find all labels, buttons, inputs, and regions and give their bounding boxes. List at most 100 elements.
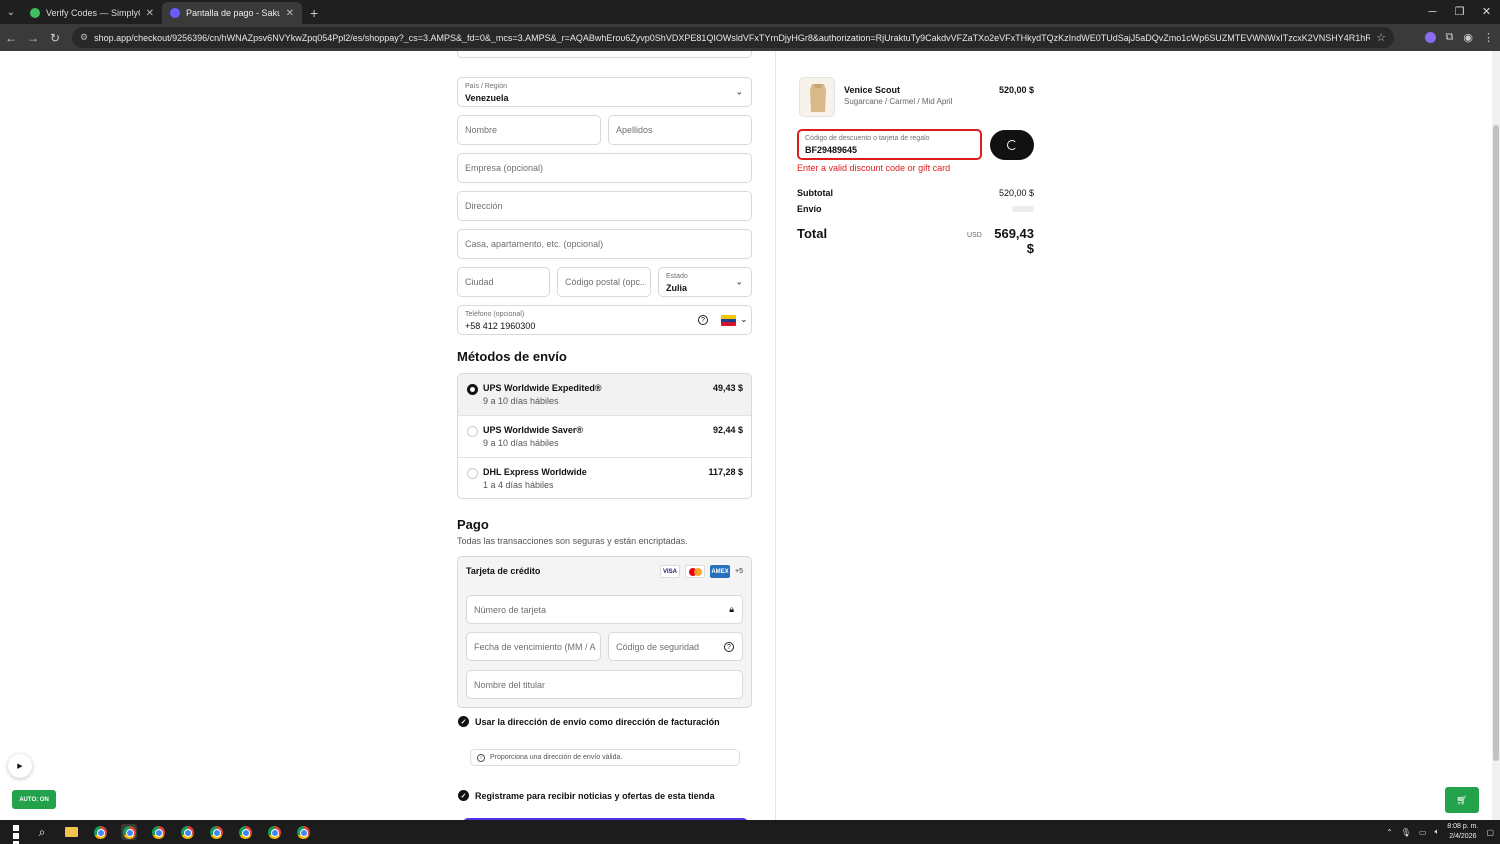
chrome-taskbar-icon[interactable] <box>150 824 166 840</box>
company-input[interactable]: Empresa (opcional) <box>457 153 752 183</box>
apartment-placeholder: Casa, apartamento, etc. (opcional) <box>465 239 604 249</box>
network-icon[interactable]: ▭ <box>1419 828 1427 837</box>
discount-code-label: Código de descuento o tarjeta de regalo <box>805 135 930 142</box>
billing-notice: i Proporciona una dirección de envío vál… <box>470 749 740 766</box>
state-select[interactable]: Estado Zulia ⌄ <box>658 267 752 297</box>
help-circle-icon[interactable]: ? <box>724 642 734 652</box>
forward-arrow-icon[interactable]: → <box>22 31 44 45</box>
card-holder-input[interactable]: Nombre del titular <box>466 670 743 699</box>
shipping-option-price: 117,28 $ <box>708 467 743 477</box>
first-name-input[interactable]: Nombre <box>457 115 601 145</box>
site-settings-icon[interactable]: ⚙ <box>80 32 88 43</box>
chrome-taskbar-icon[interactable] <box>237 824 253 840</box>
bookmark-star-icon[interactable]: ☆ <box>1376 31 1386 44</box>
volume-icon[interactable]: 🔈︎ <box>1434 827 1439 837</box>
play-icon[interactable]: ▶ <box>8 754 32 778</box>
discount-code-input[interactable]: Código de descuento o tarjeta de regalo … <box>797 129 982 160</box>
file-explorer-icon[interactable] <box>63 824 79 840</box>
apartment-input[interactable]: Casa, apartamento, etc. (opcional) <box>457 229 752 259</box>
tab-search-chevron-icon[interactable]: ⌄ <box>0 0 22 24</box>
radio-selected[interactable] <box>467 384 478 395</box>
phone-value: +58 412 1960300 <box>465 321 536 331</box>
security-code-input[interactable]: Código de seguridad ? <box>608 632 743 661</box>
product-image-icon <box>810 84 826 112</box>
chrome-taskbar-icon[interactable] <box>295 824 311 840</box>
column-divider <box>775 51 776 820</box>
card-number-input[interactable]: Número de tarjeta 🔒︎ <box>466 595 743 624</box>
shipping-option-days: 1 a 4 días hábiles <box>483 480 554 490</box>
last-name-placeholder: Apellidos <box>616 125 653 135</box>
chrome-taskbar-icon[interactable] <box>92 824 108 840</box>
tab-close-icon[interactable]: ✕ <box>286 8 294 19</box>
newsletter-checkbox[interactable]: ✓ Registrame para recibir noticias y ofe… <box>458 790 715 801</box>
city-input[interactable]: Ciudad <box>457 267 550 297</box>
expiry-placeholder: Fecha de vencimiento (MM / AA) <box>474 641 596 652</box>
auto-toggle-badge[interactable]: AUTO: ON <box>12 790 56 809</box>
billing-same-label: Usar la dirección de envío como direcció… <box>475 716 720 727</box>
browser-toolbar: ← → ↻ ⚙ shop.app/checkout/9256396/cn/hWN… <box>0 24 1500 51</box>
tab-title: Verify Codes — SimplyCodes <box>46 8 140 18</box>
help-circle-icon[interactable]: ? <box>698 315 708 325</box>
country-select[interactable]: País / Región Venezuela ⌄ <box>457 77 752 107</box>
chrome-taskbar-icon[interactable] <box>208 824 224 840</box>
scrollbar-thumb[interactable] <box>1493 125 1499 761</box>
expiry-input[interactable]: Fecha de vencimiento (MM / AA) <box>466 632 601 661</box>
shipping-label: Envío <box>797 204 822 214</box>
notifications-icon[interactable]: ▢ <box>1486 828 1494 837</box>
back-arrow-icon[interactable]: ← <box>0 31 22 45</box>
clock[interactable]: 8:08 p. m. 2/4/2026 <box>1447 822 1478 842</box>
extension-icons: ⧉ ◉ ⋮ <box>1424 27 1494 48</box>
previous-field-edge <box>457 51 752 58</box>
browser-tab-checkout[interactable]: Pantalla de pago - Sakura Bloo ✕ <box>162 2 302 24</box>
extensions-puzzle-icon[interactable]: ⧉ <box>1446 31 1454 44</box>
shop-favicon-icon <box>170 8 180 18</box>
profile-icon[interactable]: ◉ <box>1463 31 1473 44</box>
chevron-down-icon: ⌄ <box>740 314 748 324</box>
phone-input[interactable]: Teléfono (opcional) +58 412 1960300 ? ⌄ <box>457 305 752 335</box>
search-icon[interactable]: ⌕ <box>34 824 50 840</box>
chrome-taskbar-icon[interactable] <box>179 824 195 840</box>
checkmark-icon: ✓ <box>458 716 469 727</box>
page-scrollbar[interactable] <box>1492 51 1500 820</box>
checkout-page: País / Región Venezuela ⌄ Nombre Apellid… <box>0 51 1500 820</box>
radio-unselected[interactable] <box>467 426 478 437</box>
reload-icon[interactable]: ↻ <box>44 31 66 45</box>
radio-unselected[interactable] <box>467 468 478 479</box>
restore-icon[interactable]: ❐ <box>1446 0 1473 24</box>
last-name-input[interactable]: Apellidos <box>608 115 752 145</box>
billing-same-checkbox[interactable]: ✓ Usar la dirección de envío como direcc… <box>458 716 720 727</box>
windows-start-icon[interactable] <box>9 824 23 844</box>
shipping-option-ups-expedited[interactable]: UPS Worldwide Expedited® 9 a 10 días háb… <box>458 374 751 416</box>
address-bar[interactable]: ⚙ shop.app/checkout/9256396/cn/hWNAZpsv6… <box>72 27 1394 48</box>
address-input[interactable]: Dirección <box>457 191 752 221</box>
address-placeholder: Dirección <box>465 201 503 211</box>
info-icon: i <box>477 753 485 762</box>
postal-code-input[interactable]: Código postal (opc... <box>557 267 651 297</box>
close-window-icon[interactable]: ✕ <box>1473 0 1500 24</box>
cart-icon[interactable]: 🛒︎ <box>1445 787 1479 813</box>
chrome-taskbar-icon[interactable] <box>266 824 282 840</box>
extension-simplycodes-icon[interactable] <box>1424 32 1436 43</box>
card-holder-placeholder: Nombre del titular <box>474 679 546 690</box>
loading-spinner-icon <box>1007 140 1017 150</box>
microphone-icon[interactable]: 🎙︎ <box>1401 828 1411 837</box>
kebab-menu-icon[interactable]: ⋮ <box>1483 31 1494 44</box>
tray-chevron-up-icon[interactable]: ⌃ <box>1386 828 1393 837</box>
minimize-icon[interactable]: ─ <box>1419 0 1446 24</box>
clock-time: 8:08 p. m. <box>1447 823 1479 830</box>
subtotal-value: 520,00 $ <box>998 188 1034 198</box>
credit-card-panel: Tarjeta de crédito VISA AMEX +5 Número d… <box>457 556 752 708</box>
shipping-option-dhl-express[interactable]: DHL Express Worldwide 1 a 4 días hábiles… <box>458 457 751 498</box>
venezuela-flag-icon[interactable] <box>721 315 736 326</box>
chrome-taskbar-icon[interactable] <box>121 824 137 840</box>
tab-close-icon[interactable]: ✕ <box>146 8 154 19</box>
shipping-option-ups-saver[interactable]: UPS Worldwide Saver® 9 a 10 días hábiles… <box>458 415 751 457</box>
shipping-option-days: 9 a 10 días hábiles <box>483 438 559 448</box>
apply-discount-button[interactable] <box>990 130 1034 160</box>
shipping-option-price: 49,43 $ <box>712 383 743 393</box>
shipping-cost-loading <box>1012 206 1034 212</box>
payment-title: Pago <box>457 517 489 532</box>
browser-tab-verify-codes[interactable]: Verify Codes — SimplyCodes ✕ <box>22 2 162 24</box>
new-tab-plus-icon[interactable]: + <box>302 2 326 24</box>
discount-error-message: Enter a valid discount code or gift card <box>797 163 951 173</box>
